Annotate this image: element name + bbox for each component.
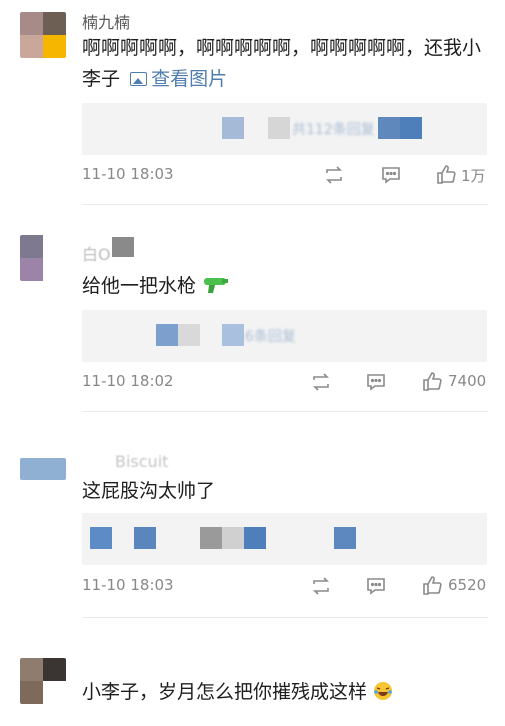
blurred-block <box>222 324 244 346</box>
comment-text: 给他一把水枪 <box>82 271 492 302</box>
view-picture-link[interactable]: 查看图片 <box>126 68 227 90</box>
timestamp: 11-10 18:03 <box>82 576 174 594</box>
reply-summary[interactable]: 共112条回复 <box>82 103 487 155</box>
blurred-block <box>90 527 112 549</box>
comment-meta: 11-10 18:03 1万 <box>82 163 488 187</box>
reply-summary-text: 共112条回复 <box>292 122 375 138</box>
avatar[interactable] <box>20 658 66 704</box>
like-count: 6520 <box>448 576 487 594</box>
comment-meta: 11-10 18:02 7400 <box>82 370 488 394</box>
blurred-block <box>400 117 422 139</box>
blurred-block <box>222 117 244 139</box>
username[interactable]: 白O <box>82 241 111 265</box>
blurred-block <box>156 324 178 346</box>
like-icon[interactable] <box>421 370 445 394</box>
water-gun-icon <box>204 278 229 293</box>
picture-icon <box>130 72 148 86</box>
reply-summary[interactable]: 共16条回复 <box>82 310 487 362</box>
comment-body: 给他一把水枪 <box>82 275 197 297</box>
username[interactable]: Biscuit <box>115 452 168 471</box>
divider <box>82 204 488 205</box>
comment-body: 这屁股沟太帅了 <box>82 480 216 502</box>
timestamp: 11-10 18:02 <box>82 372 174 390</box>
avatar[interactable] <box>20 235 66 281</box>
blurred-block <box>244 527 266 549</box>
avatar[interactable] <box>20 12 66 58</box>
laugh-cry-icon <box>374 682 393 700</box>
comment-meta: 11-10 18:03 6520 <box>82 574 488 598</box>
divider <box>82 411 488 412</box>
blurred-block <box>134 527 156 549</box>
blurred-block <box>268 117 290 139</box>
comment-icon[interactable] <box>364 574 388 598</box>
like-count: 7400 <box>448 372 487 390</box>
blurred-block <box>178 324 200 346</box>
repost-icon[interactable] <box>309 574 333 598</box>
like-count: 1万 <box>461 167 486 185</box>
username[interactable]: 楠九楠 <box>82 9 130 33</box>
comment-icon[interactable] <box>364 370 388 394</box>
timestamp: 11-10 18:03 <box>82 165 174 183</box>
view-picture-label: 查看图片 <box>151 68 228 90</box>
divider <box>82 617 488 618</box>
comment-text: 啊啊啊啊啊，啊啊啊啊啊，啊啊啊啊啊，还我小李子 查看图片 <box>82 33 492 95</box>
repost-icon[interactable] <box>309 370 333 394</box>
like-icon[interactable] <box>421 574 445 598</box>
blurred-block <box>378 117 400 139</box>
comment-text: 小李子，岁月怎么把你摧残成这样 <box>82 677 492 708</box>
blurred-block <box>334 527 356 549</box>
blurred-block <box>222 527 244 549</box>
blurred-block <box>112 237 134 257</box>
comment-text: 这屁股沟太帅了 <box>82 476 492 507</box>
reply-summary[interactable] <box>82 513 487 565</box>
like-icon[interactable] <box>435 163 459 187</box>
repost-icon[interactable] <box>322 163 346 187</box>
comment-body: 小李子，岁月怎么把你摧残成这样 <box>82 681 368 703</box>
avatar[interactable] <box>20 458 66 480</box>
blurred-block <box>200 527 222 549</box>
comment-icon[interactable] <box>379 163 403 187</box>
